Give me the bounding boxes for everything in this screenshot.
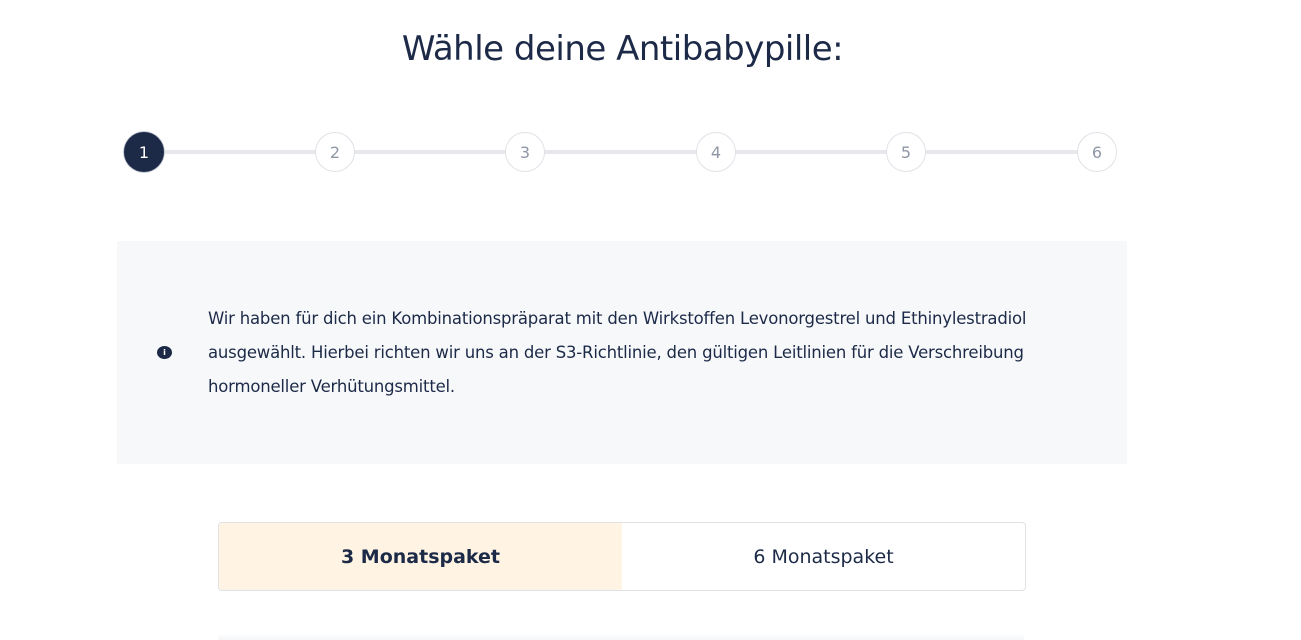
step-1[interactable]: 1 bbox=[124, 132, 164, 172]
package-option-6-months[interactable]: 6 Monatspaket bbox=[622, 523, 1025, 590]
step-3[interactable]: 3 bbox=[505, 132, 545, 172]
info-box: i Wir haben für dich ein Kombinationsprä… bbox=[117, 241, 1127, 464]
stepper-track bbox=[144, 150, 1097, 154]
progress-stepper: 1 2 3 4 5 6 bbox=[124, 132, 1117, 172]
package-toggle: 3 Monatspaket 6 Monatspaket bbox=[218, 522, 1026, 591]
step-4[interactable]: 4 bbox=[696, 132, 736, 172]
step-6[interactable]: 6 bbox=[1077, 132, 1117, 172]
next-section-edge bbox=[218, 634, 1024, 640]
page-title: Wähle deine Antibabypille: bbox=[401, 29, 844, 69]
info-text: Wir haben für dich ein Kombinationspräpa… bbox=[208, 309, 1027, 396]
step-2[interactable]: 2 bbox=[315, 132, 355, 172]
package-option-3-months[interactable]: 3 Monatspaket bbox=[219, 523, 622, 590]
info-icon: i bbox=[157, 346, 172, 359]
page: Wähle deine Antibabypille: 1 2 3 4 5 6 i… bbox=[0, 0, 1301, 640]
step-5[interactable]: 5 bbox=[886, 132, 926, 172]
